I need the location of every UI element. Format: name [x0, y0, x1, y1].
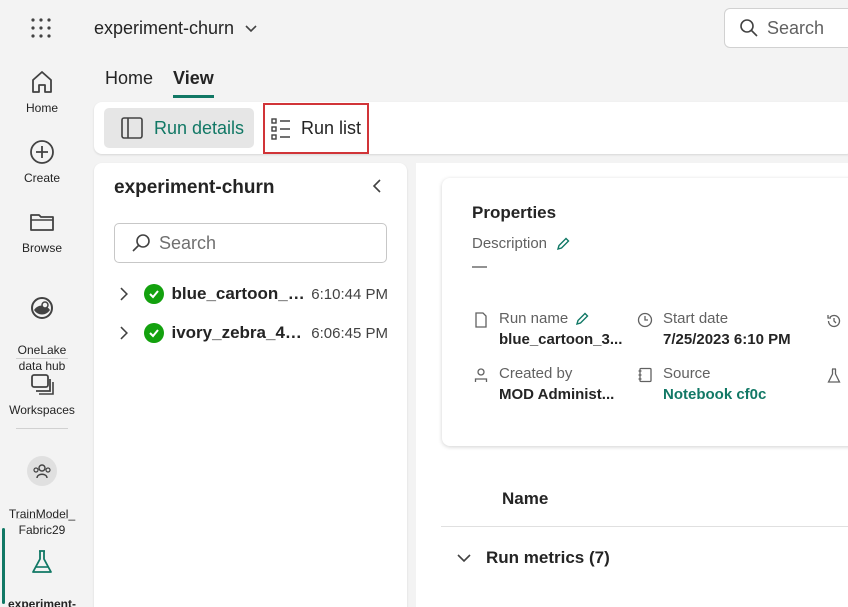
notebook-icon	[638, 367, 652, 383]
rail-experiment-label: experiment- churn	[7, 597, 77, 607]
name-column-header[interactable]: Name	[502, 489, 548, 509]
rail-home-label: Home	[25, 101, 58, 115]
onelake-icon	[31, 297, 53, 319]
runs-panel: experiment-churn Search blue_cartoon_3..…	[94, 163, 407, 607]
run-name-property: Run name blue_cartoon_3...	[475, 310, 629, 348]
run-metrics-label: Run metrics (7)	[486, 548, 610, 567]
workspace-avatar-icon	[27, 456, 57, 486]
created-by-value: MOD Administ...	[499, 386, 615, 403]
run-name-label: Run name	[499, 310, 569, 327]
run-time: 6:10:44 PM	[311, 285, 389, 303]
header-divider	[441, 526, 848, 527]
folder-icon	[30, 214, 54, 231]
runs-search-placeholder: Search	[159, 232, 217, 253]
run-time: 6:06:45 PM	[311, 324, 389, 342]
rail-browse[interactable]: Browse	[0, 208, 84, 256]
rail-divider	[16, 428, 68, 429]
plus-circle-icon	[30, 140, 54, 164]
run-list-button[interactable]: Run list	[263, 103, 369, 154]
run-metrics-section[interactable]: Run metrics (7)	[456, 548, 610, 568]
run-name: ivory_zebra_4g...	[171, 323, 308, 342]
home-icon	[32, 71, 52, 93]
properties-title: Properties	[472, 203, 557, 222]
description-row: Description	[472, 235, 571, 252]
run-list-item[interactable]: ivory_zebra_4g... 6:06:45 PM	[118, 321, 388, 345]
person-icon	[474, 368, 488, 382]
run-list-label: Run list	[301, 118, 362, 138]
workspaces-icon	[31, 374, 54, 395]
run-name-value: blue_cartoon_3...	[499, 331, 623, 348]
flask-icon	[32, 550, 52, 573]
description-label: Description	[472, 235, 548, 252]
rail-create-label: Create	[23, 171, 61, 185]
description-value: —	[472, 258, 487, 275]
properties-card: Properties Description — Run name blue_c…	[442, 178, 848, 446]
global-search-placeholder: Search	[767, 17, 825, 38]
source-property: Source Notebook cf0c	[638, 365, 813, 403]
ribbon-tabs: Home View	[105, 68, 214, 98]
chevron-right-icon[interactable]	[118, 325, 130, 341]
start-date-label: Start date	[663, 310, 729, 327]
item-title: experiment-churn	[94, 18, 235, 38]
run-name: blue_cartoon_3...	[171, 284, 308, 303]
edit-pencil-icon[interactable]	[555, 236, 571, 252]
run-details-label: Run details	[154, 117, 245, 138]
tab-view[interactable]: View	[173, 68, 214, 98]
tab-home[interactable]: Home	[105, 68, 153, 98]
global-search-input[interactable]: Search	[724, 8, 848, 48]
chevron-left-icon[interactable]	[370, 177, 384, 195]
rail-experiment-churn[interactable]: experiment- churn	[0, 532, 84, 607]
start-date-value: 7/25/2023 6:10 PM	[663, 331, 791, 348]
rail-workspaces[interactable]: Workspaces	[0, 370, 84, 418]
flask-icon	[827, 368, 841, 383]
created-by-property: Created by MOD Administ...	[474, 365, 629, 403]
rail-home[interactable]: Home	[0, 68, 84, 116]
search-icon	[740, 19, 758, 37]
list-icon	[271, 117, 290, 140]
runs-panel-title: experiment-churn	[114, 177, 275, 198]
item-title-dropdown[interactable]: experiment-churn	[94, 18, 258, 39]
success-check-icon	[143, 323, 164, 343]
chevron-right-icon[interactable]	[118, 286, 130, 302]
rail-browse-label: Browse	[21, 241, 62, 255]
rail-workspace-trainmodel[interactable]: TrainModel_ Fabric29	[0, 440, 84, 538]
rail-divider	[16, 358, 68, 359]
edit-pencil-icon[interactable]	[574, 311, 590, 327]
run-details-button[interactable]: Run details	[104, 108, 254, 148]
source-link[interactable]: Notebook cf0c	[663, 386, 813, 403]
chevron-down-icon	[457, 554, 471, 563]
left-rail: Home Create Browse OneLake data hub Work…	[0, 0, 84, 607]
chevron-down-icon	[245, 24, 257, 32]
search-icon	[132, 234, 150, 252]
runs-search-input[interactable]: Search	[114, 223, 387, 263]
panel-icon	[121, 117, 143, 139]
app-launcher-icon[interactable]	[30, 17, 52, 39]
clock-icon	[637, 312, 653, 328]
rail-workspaces-label: Workspaces	[9, 403, 75, 417]
history-icon	[827, 314, 841, 328]
run-list-item[interactable]: blue_cartoon_3... 6:10:44 PM	[118, 282, 388, 306]
start-date-property: Start date 7/25/2023 6:10 PM	[637, 310, 813, 348]
rail-divider	[16, 518, 68, 519]
rail-onelake[interactable]: OneLake data hub	[0, 278, 84, 374]
success-check-icon	[143, 284, 164, 304]
rail-create[interactable]: Create	[0, 138, 84, 186]
source-label: Source	[663, 365, 711, 382]
created-by-label: Created by	[499, 365, 573, 382]
document-icon	[475, 312, 487, 328]
ribbon-toolbar: Run details Run list	[94, 102, 848, 154]
